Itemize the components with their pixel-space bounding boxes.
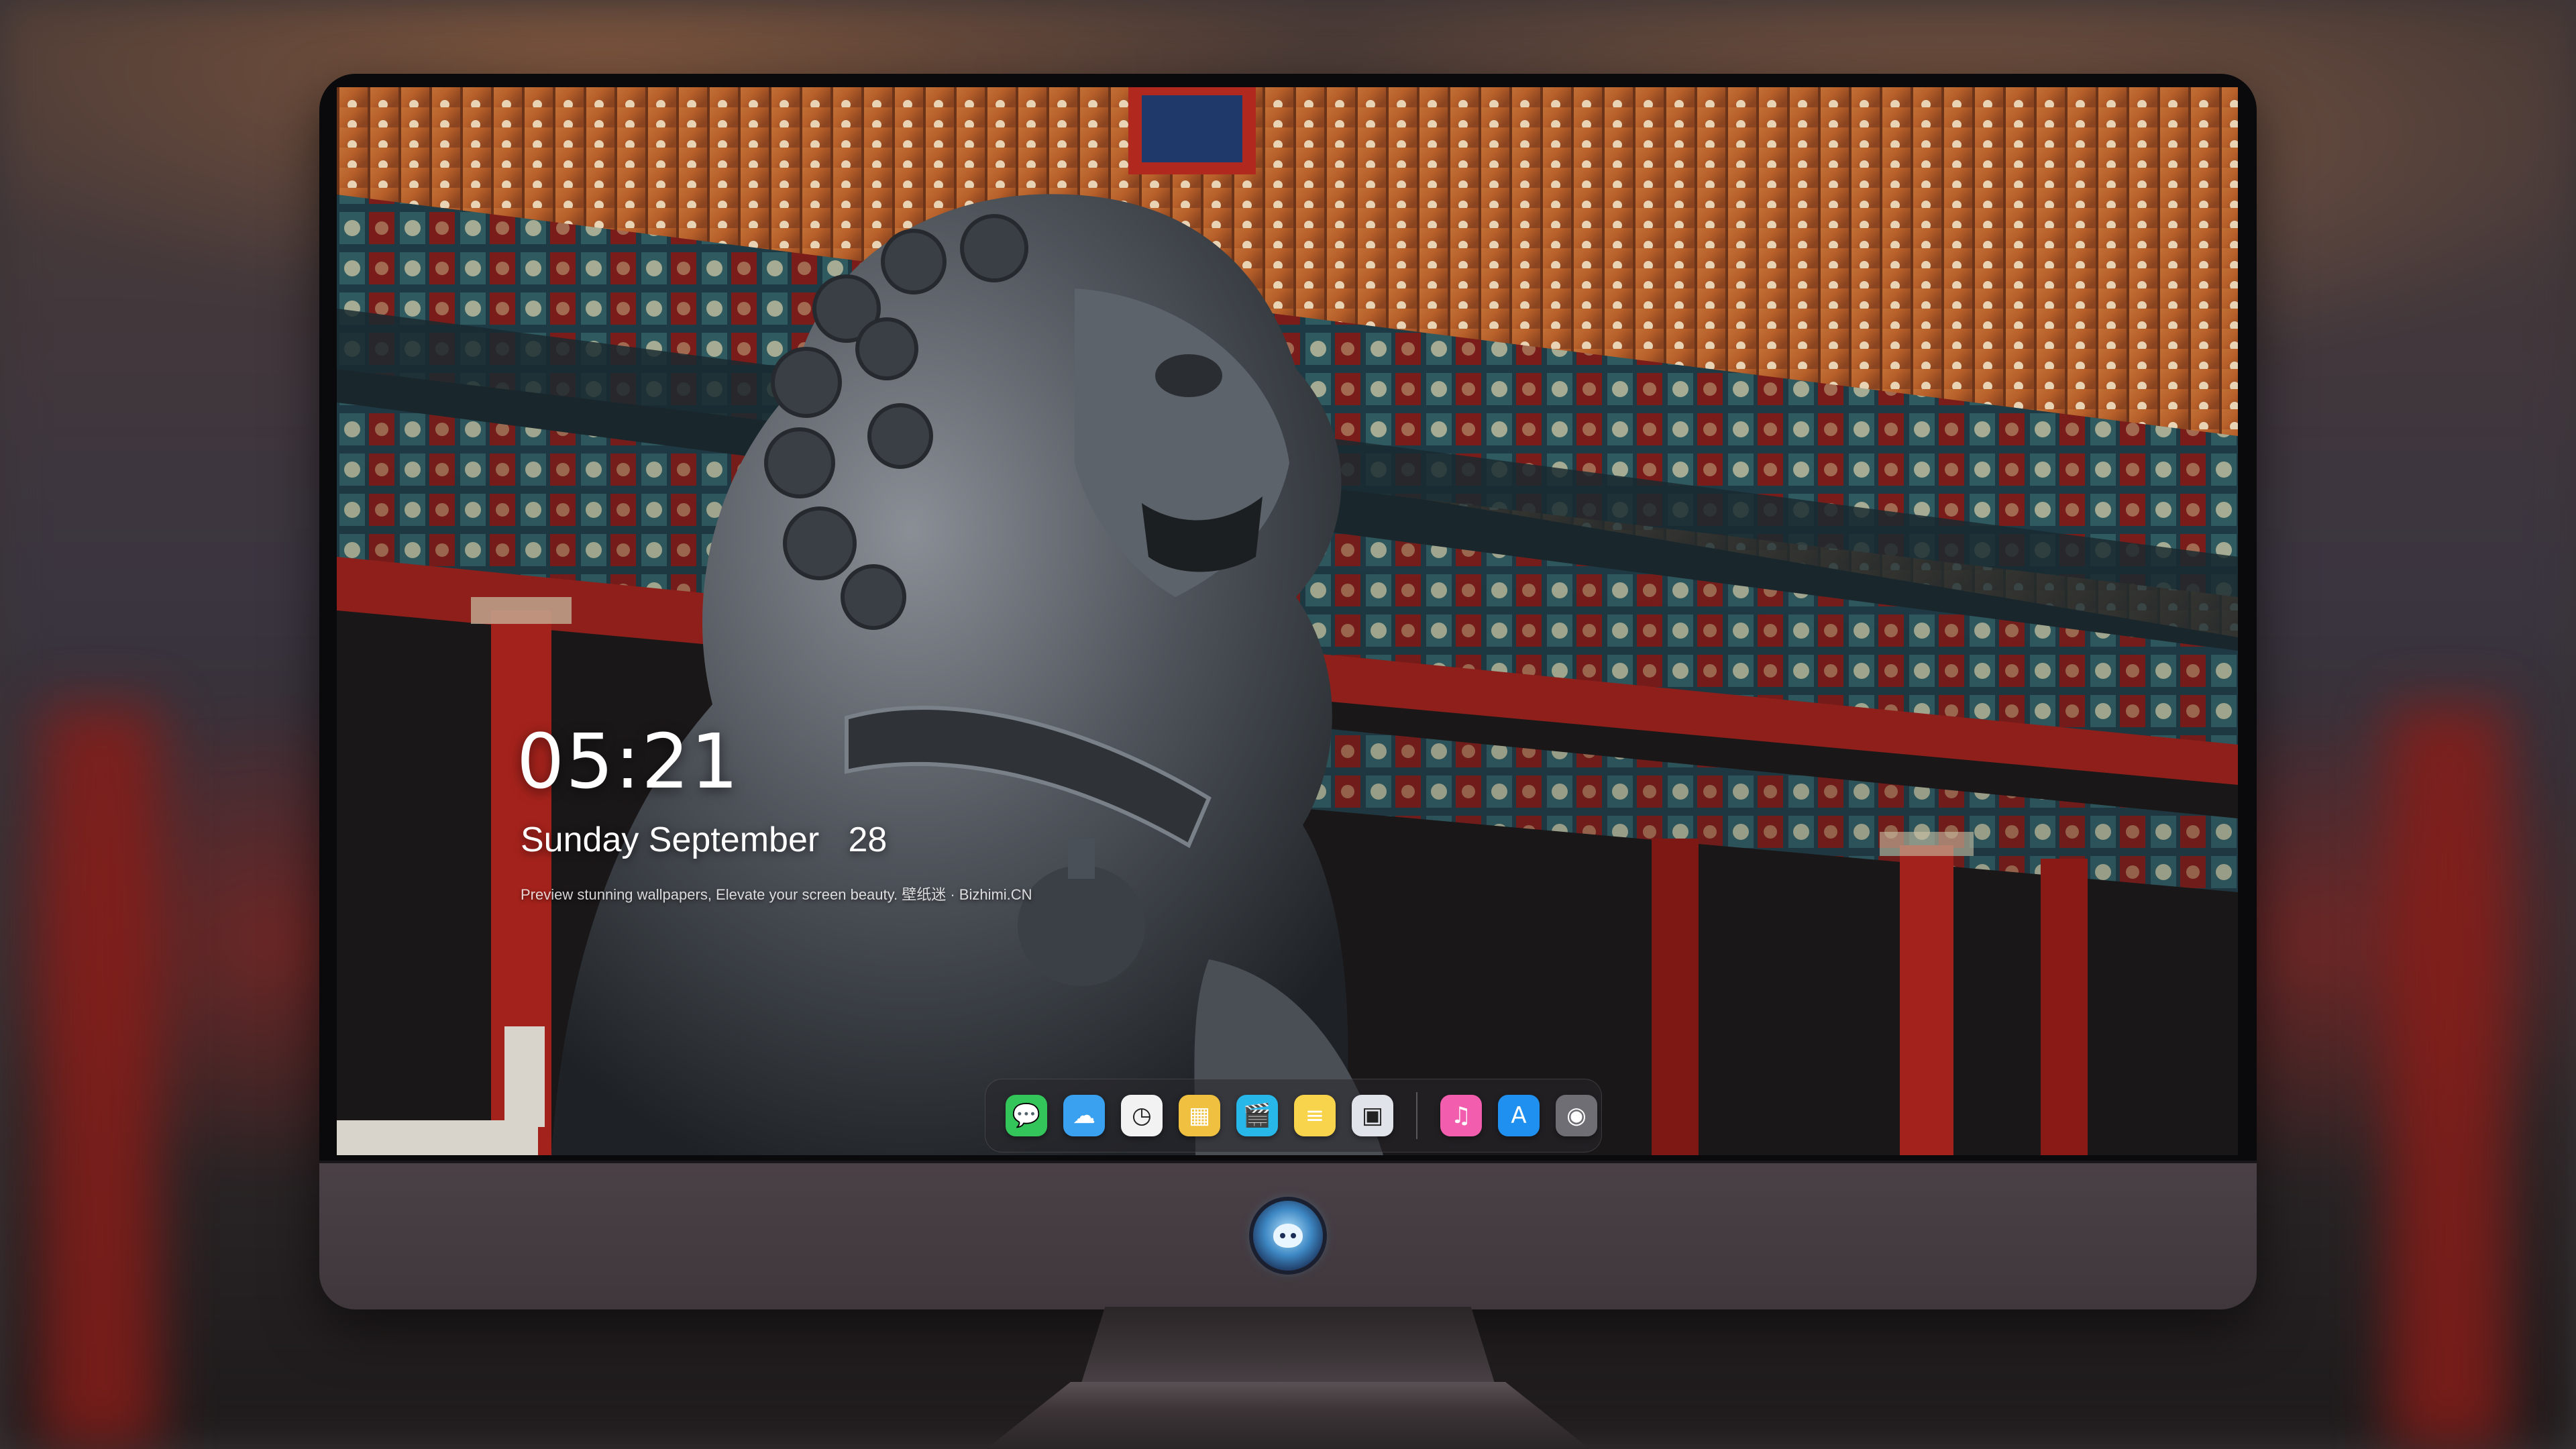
clips-icon[interactable]: 🎬	[1236, 1095, 1278, 1136]
photo-booth-icon[interactable]: ▣	[1352, 1095, 1393, 1136]
brand-logo-icon	[1253, 1201, 1323, 1271]
logo-face	[1273, 1224, 1303, 1248]
preview-icon[interactable]: ▦	[1179, 1095, 1220, 1136]
music-icon[interactable]: ♫	[1440, 1095, 1482, 1136]
dock-separator	[1416, 1092, 1417, 1139]
camera-icon[interactable]: ◉	[1556, 1095, 1597, 1136]
lock-screen-time: 05:21	[517, 718, 740, 806]
weather-icon[interactable]: ☁	[1063, 1095, 1105, 1136]
clock-icon[interactable]: ◷	[1121, 1095, 1163, 1136]
notes-icon[interactable]: ≡	[1294, 1095, 1336, 1136]
messages-icon[interactable]: 💬	[1006, 1095, 1047, 1136]
dock: 💬 ☁ ◷ ▦ 🎬 ≡ ▣ ♫ A ◉	[985, 1079, 1602, 1152]
lock-screen-date: Sunday September 28	[521, 820, 888, 859]
logo-eye-right	[1291, 1233, 1296, 1238]
blurred-pillar-right	[2388, 704, 2509, 1449]
lock-screen-tagline: Preview stunning wallpapers, Elevate you…	[521, 886, 1032, 903]
desktop-screen: 05:21 Sunday September 28 Preview stunni…	[337, 87, 2238, 1155]
monitor-stand-base	[986, 1382, 1590, 1449]
wallpaper-forbidden-city-lion	[337, 87, 2238, 1155]
blurred-pillar-left	[40, 704, 161, 1449]
app-store-icon[interactable]: A	[1498, 1095, 1540, 1136]
monitor-stand-neck	[1080, 1307, 1496, 1387]
logo-eye-left	[1280, 1233, 1285, 1238]
